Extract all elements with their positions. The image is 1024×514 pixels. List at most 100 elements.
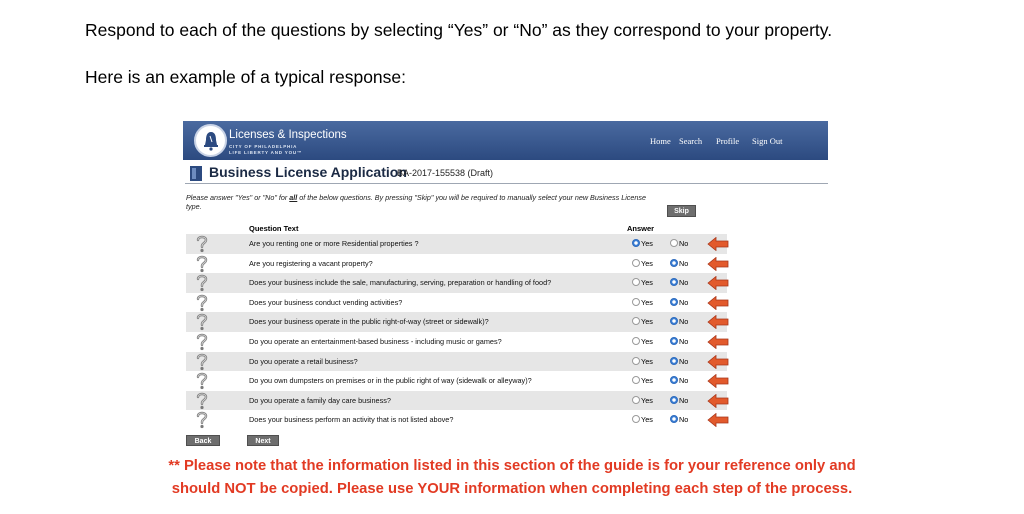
yes-radio-option[interactable]: Yes [632, 356, 653, 366]
yes-radio[interactable] [632, 376, 640, 385]
question-row: Does your business include the sale, man… [186, 273, 729, 293]
question-text: Are you registering a vacant property? [249, 258, 373, 268]
question-mark-icon [196, 372, 208, 390]
question-text: Do you operate a retail business? [249, 356, 358, 366]
yes-radio[interactable] [632, 337, 640, 345]
left-arrow-icon [707, 374, 729, 389]
no-label: No [679, 337, 689, 346]
yes-radio[interactable] [632, 278, 640, 287]
no-radio[interactable] [670, 337, 678, 345]
yes-radio[interactable] [632, 395, 640, 404]
yes-radio-option[interactable]: Yes [632, 278, 653, 287]
question-text: Do you operate a family day care busines… [249, 395, 391, 405]
brand-tagline: LIFE LIBERTY AND YOU™ [229, 150, 303, 155]
yes-radio-option[interactable]: Yes [632, 239, 653, 248]
question-row: Are you renting one or more Residential … [186, 234, 729, 254]
left-arrow-icon [707, 315, 729, 330]
nav-search-link[interactable]: Search [679, 137, 702, 146]
instructions-text: Please answer "Yes" or "No" for [186, 193, 290, 202]
reference-note-line2: should NOT be copied. Please use YOUR in… [171, 481, 853, 497]
question-mark-icon [196, 353, 208, 370]
no-radio-option[interactable]: No [670, 297, 689, 307]
app-header: Licenses & Inspections CITY OF PHILADELP… [183, 121, 828, 160]
no-label: No [679, 258, 689, 268]
license-icon [190, 166, 202, 181]
page-title: Business License Application [209, 164, 407, 180]
yes-radio-option[interactable]: Yes [632, 395, 653, 405]
brand-name: Licenses & Inspections [229, 129, 347, 141]
no-radio-option[interactable]: No [670, 278, 688, 287]
yes-label: Yes [641, 376, 653, 386]
no-radio-option[interactable]: No [670, 415, 688, 424]
question-text: Does your business conduct vending activ… [249, 297, 403, 307]
left-arrow-icon [707, 413, 729, 428]
yes-radio-option[interactable]: Yes [632, 258, 653, 268]
no-radio-option[interactable]: No [670, 258, 689, 268]
no-radio-option[interactable]: No [670, 395, 689, 405]
question-text: Does your business include the sale, man… [249, 278, 552, 288]
question-text: Do you own dumpsters on premises or in t… [249, 376, 532, 386]
no-radio-option[interactable]: No [670, 337, 688, 346]
application-id: BA-2017-155538 (Draft) [397, 168, 494, 178]
left-arrow-icon [707, 354, 729, 369]
yes-radio[interactable] [632, 258, 640, 267]
answer-column-header: Answer [627, 224, 655, 233]
no-radio-option[interactable]: No [670, 239, 688, 248]
no-label: No [679, 297, 689, 307]
yes-label: Yes [641, 356, 653, 366]
yes-radio-option[interactable]: Yes [632, 317, 653, 326]
no-label: No [679, 415, 689, 425]
no-radio[interactable] [670, 297, 678, 306]
nav-profile-link[interactable]: Profile [716, 137, 739, 146]
next-button[interactable]: Next [247, 435, 279, 446]
question-mark-icon [196, 314, 208, 331]
yes-radio-option[interactable]: Yes [632, 376, 653, 385]
no-radio[interactable] [670, 376, 678, 385]
nav-home-link[interactable]: Home [650, 137, 671, 146]
liberty-bell-icon [194, 124, 227, 157]
yes-radio[interactable] [632, 317, 640, 326]
no-label: No [679, 356, 689, 366]
no-radio[interactable] [670, 356, 678, 365]
question-column-header: Question Text [249, 224, 299, 233]
no-label: No [679, 395, 689, 405]
no-radio[interactable] [670, 278, 678, 287]
question-mark-icon [196, 255, 208, 272]
yes-radio-option[interactable]: Yes [632, 415, 653, 424]
yes-radio[interactable] [632, 239, 640, 247]
question-mark-icon [196, 412, 208, 429]
question-mark-icon [196, 333, 208, 351]
yes-radio[interactable] [632, 356, 640, 365]
brand-subtitle: CITY OF PHILADELPHIA [229, 144, 298, 149]
left-arrow-icon [707, 256, 729, 271]
yes-label: Yes [641, 395, 653, 405]
question-mark-icon [196, 235, 208, 253]
question-mark-icon [196, 294, 208, 311]
no-radio[interactable] [670, 317, 678, 326]
yes-radio-option[interactable]: Yes [632, 337, 653, 346]
no-radio[interactable] [670, 395, 678, 404]
intro-example-label: Here is an example of a typical response… [85, 67, 406, 87]
left-arrow-icon [707, 276, 729, 291]
question-text: Does your business operate in the public… [249, 317, 489, 327]
question-row: Does your business operate in the public… [186, 312, 729, 332]
no-radio[interactable] [670, 258, 678, 267]
yes-label: Yes [641, 258, 653, 268]
back-button[interactable]: Back [186, 435, 220, 446]
no-radio-option[interactable]: No [670, 356, 689, 366]
question-row: Do you operate an entertainment-based bu… [186, 332, 729, 352]
yes-radio[interactable] [632, 297, 640, 306]
left-arrow-icon [707, 393, 729, 408]
yes-radio-option[interactable]: Yes [632, 297, 653, 307]
skip-button[interactable]: Skip [667, 205, 696, 217]
yes-label: Yes [641, 278, 653, 288]
yes-radio[interactable] [632, 415, 640, 424]
question-mark-icon [196, 392, 208, 409]
no-radio-option[interactable]: No [670, 376, 688, 385]
no-radio[interactable] [670, 415, 678, 424]
nav-signout-link[interactable]: Sign Out [752, 137, 782, 146]
question-row: Do you own dumpsters on premises or in t… [186, 371, 729, 391]
no-radio[interactable] [670, 239, 678, 247]
no-radio-option[interactable]: No [670, 317, 688, 326]
yes-label: Yes [641, 415, 653, 425]
